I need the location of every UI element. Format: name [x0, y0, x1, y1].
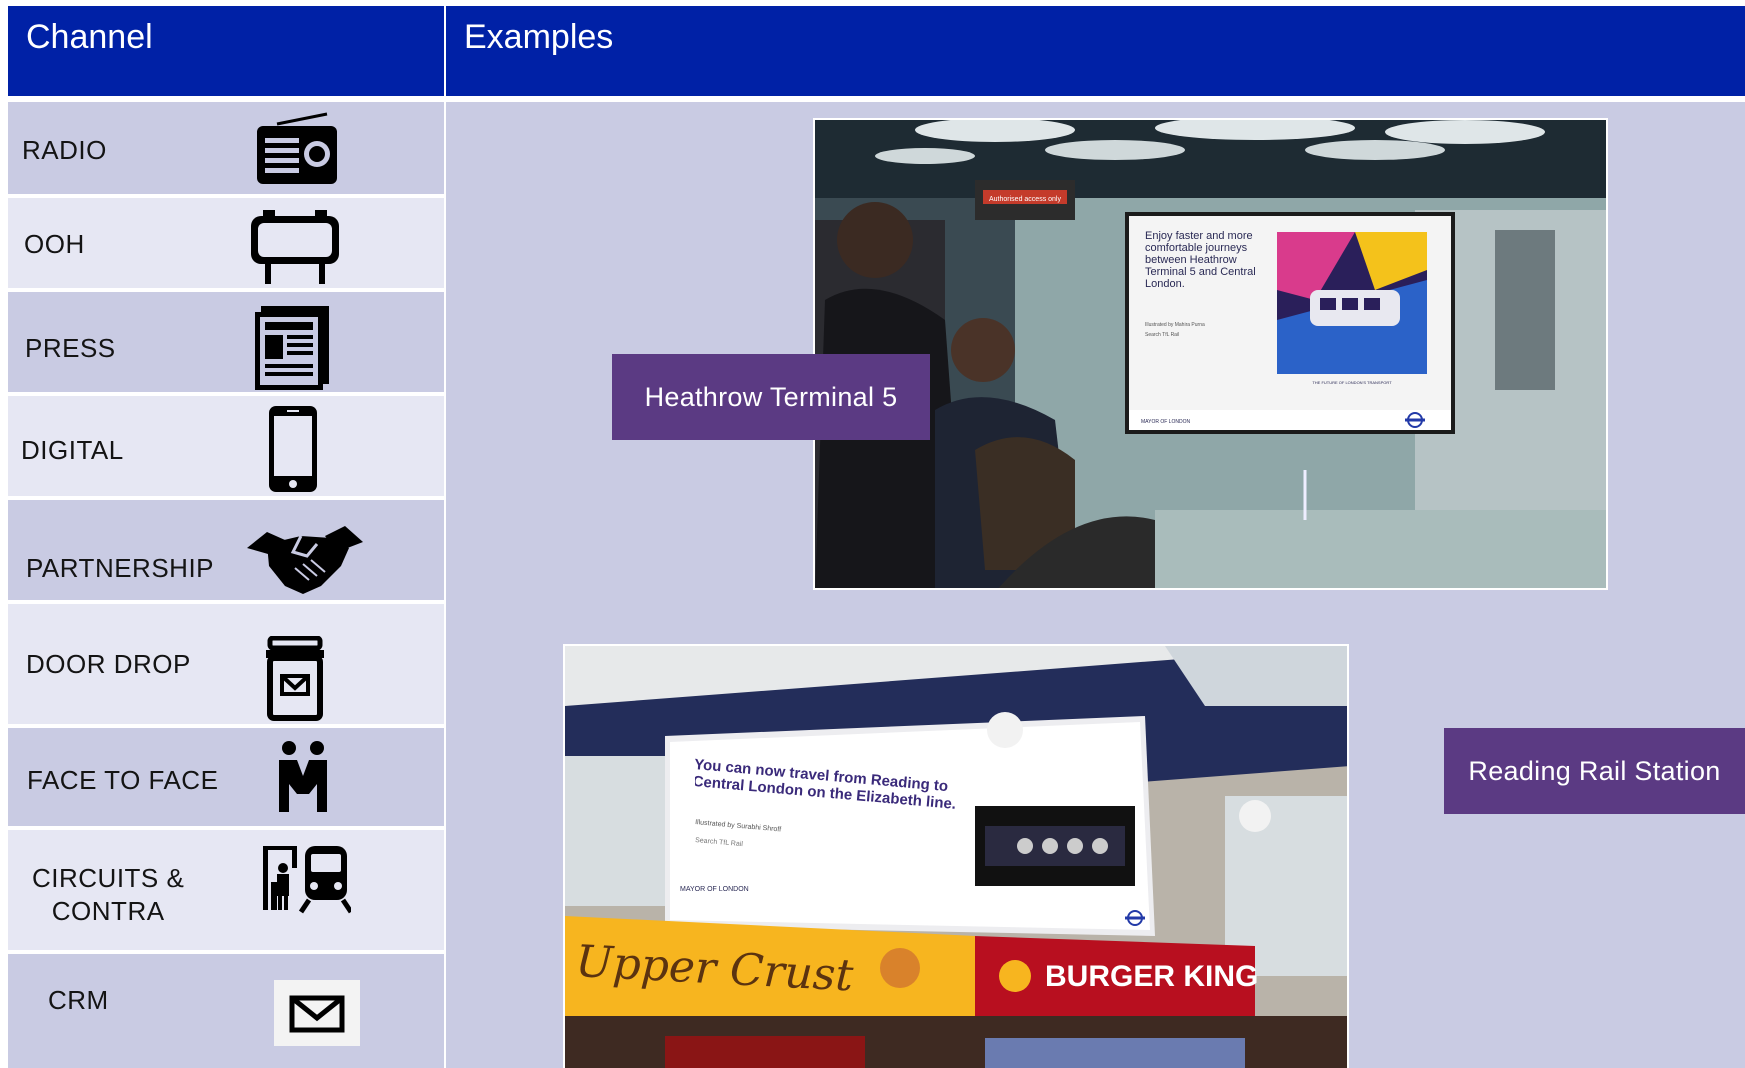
examples-header-label: Examples [464, 18, 614, 56]
heathrow-sign-text: Authorised access only [989, 196, 1061, 203]
channel-row-press: PRESS [8, 292, 444, 396]
reading-poster-footer: MAYOR OF LONDON [680, 886, 749, 893]
channel-list: RADIO OOH PRESS DIGITAL PARTNERSHIP DOOR… [8, 102, 444, 1068]
heathrow-photo: Authorised access only Enjoy faster and … [813, 118, 1608, 590]
smartphone-icon [269, 406, 317, 492]
examples-header: Examples [446, 6, 1745, 96]
channel-label-radio: RADIO [22, 135, 107, 165]
channel-label-press: PRESS [25, 333, 116, 363]
mailbox-icon [266, 636, 324, 721]
envelope-icon [274, 980, 360, 1046]
reading-caption-label: Reading Rail Station [1468, 755, 1721, 786]
handshake-icon [247, 526, 363, 594]
heathrow-caption-label: Heathrow Terminal 5 [644, 381, 898, 412]
channel-label-door-drop: DOOR DROP [26, 649, 191, 679]
channel-row-crm: CRM [8, 954, 444, 1068]
heathrow-poster-credit: Illustrated by Mahira Purna [1145, 322, 1205, 328]
channel-header-label: Channel [26, 18, 153, 56]
reading-poster-text: You can now travel from Reading to Centr… [695, 756, 957, 813]
channel-row-radio: RADIO [8, 102, 444, 198]
heathrow-caption: Heathrow Terminal 5 [612, 354, 930, 440]
examples-panel: Authorised access only Enjoy faster and … [446, 102, 1745, 1068]
heathrow-poster-tagline: THE FUTURE OF LONDON'S TRANSPORT [1312, 380, 1392, 385]
channel-label-circuits-contra: CIRCUITS & CONTRA [32, 863, 185, 926]
channel-label-face-to-face: FACE TO FACE [27, 765, 219, 795]
billboard-icon [251, 210, 339, 284]
reading-shop-burger-king: BURGER KING [1045, 960, 1258, 993]
channel-header: Channel [8, 6, 444, 96]
channel-row-face-to-face: FACE TO FACE [8, 728, 444, 830]
people-icon [279, 741, 327, 812]
heathrow-poster-search: Search TfL Rail [1145, 332, 1179, 338]
channel-label-partnership: PARTNERSHIP [26, 553, 215, 583]
heathrow-poster-text: Enjoy faster and more comfortable journe… [1145, 230, 1256, 290]
newspaper-icon [255, 306, 329, 390]
radio-icon [257, 112, 337, 184]
channel-label-ooh: OOH [24, 229, 85, 259]
channel-row-ooh: OOH [8, 198, 444, 292]
channel-row-partnership: PARTNERSHIP [8, 500, 444, 604]
channel-row-digital: DIGITAL [8, 396, 444, 500]
reading-photo: You can now travel from Reading to Centr… [563, 644, 1349, 1068]
channel-label-digital: DIGITAL [21, 435, 124, 465]
channel-row-circuits-contra: CIRCUITS & CONTRA [8, 830, 444, 954]
train-station-icon [263, 846, 351, 914]
channel-row-door-drop: DOOR DROP [8, 604, 444, 728]
reading-caption: Reading Rail Station [1444, 728, 1745, 814]
heathrow-poster-footer: MAYOR OF LONDON [1141, 419, 1190, 425]
channel-label-crm: CRM [48, 985, 109, 1015]
